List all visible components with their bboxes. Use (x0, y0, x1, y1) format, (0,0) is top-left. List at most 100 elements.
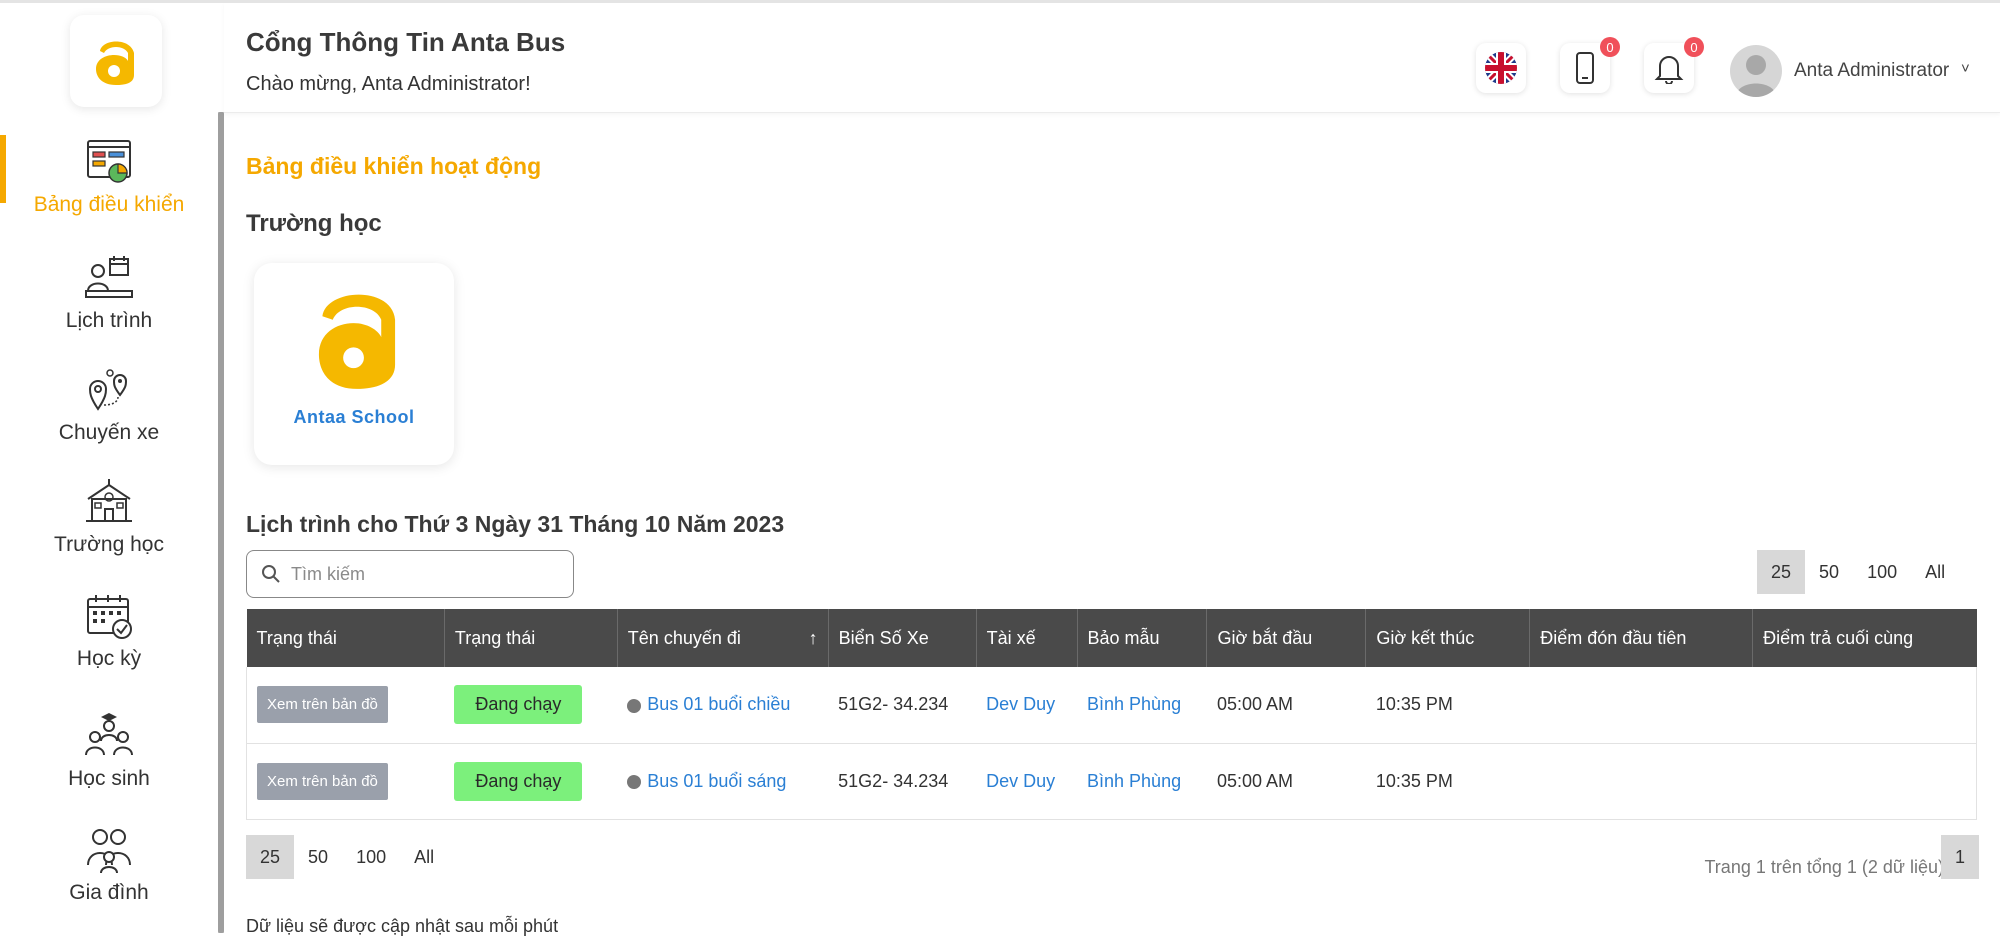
welcome-message: Chào mừng, Anta Administrator! (246, 73, 531, 95)
column-header[interactable]: Biển Số Xe (828, 609, 977, 667)
app-logo[interactable] (70, 15, 162, 107)
sidebar-item-label: Gia đình (69, 881, 149, 904)
sidebar-item-label: Lịch trình (65, 309, 153, 332)
sidebar-item-students[interactable]: Học sinh (0, 711, 218, 821)
update-note: Dữ liệu sẽ được cập nhật sau mỗi phút (246, 916, 559, 936)
sidebar-item-schedule[interactable]: Lịch trình (0, 253, 218, 363)
driver-link[interactable]: Dev Duy (986, 771, 1055, 791)
column-header-label: Điểm trả cuối cùng (1763, 627, 1914, 648)
calendar-icon (87, 595, 132, 639)
top-header: Cổng Thông Tin Anta Bus Chào mừng, Anta … (224, 3, 2000, 113)
column-header-label: Tài xế (986, 627, 1036, 648)
page-size-50[interactable]: 50 (294, 835, 342, 879)
last-dropoff-cell (1752, 743, 1977, 820)
start-time-cell: 05:00 AM (1206, 743, 1366, 820)
column-header[interactable]: Điểm trả cuối cùng (1752, 609, 1977, 667)
column-header-label: Trạng thái (256, 627, 337, 648)
search-icon (262, 565, 280, 583)
table-cell: Xem trên bản đồ (246, 667, 445, 744)
chevron-down-icon[interactable]: ˅ (1961, 60, 1970, 77)
page-size-50[interactable]: 50 (1805, 550, 1853, 594)
status-badge: Đang chạy (454, 761, 583, 801)
sidebar-item-trips[interactable]: Chuyến xe (0, 365, 218, 475)
license-plate-cell: 51G2- 34.234 (828, 743, 977, 820)
status-dot-icon (627, 774, 642, 789)
school-card[interactable]: Antaa School (254, 263, 454, 465)
language-button[interactable] (1476, 43, 1526, 93)
schedule-title: Lịch trình cho Thứ 3 Ngày 31 Tháng 10 Nă… (246, 511, 785, 537)
bell-icon (1654, 56, 1684, 84)
user-name[interactable]: Anta Administrator (1794, 60, 1949, 82)
schools-section-title: Trường học (246, 210, 382, 237)
school-icon (86, 479, 132, 522)
table-cell: Đang chạy (444, 743, 618, 820)
sidebar-item-dashboard[interactable]: Bảng điều khiển (0, 137, 218, 247)
column-header-label: Giờ bắt đầu (1217, 627, 1313, 648)
bell-badge: 0 (1684, 37, 1704, 57)
driver-link[interactable]: Dev Duy (986, 694, 1055, 714)
column-header-trip-name[interactable]: Tên chuyến đi ↑ (617, 609, 829, 667)
family-icon (87, 829, 131, 874)
page-size-100[interactable]: 100 (342, 835, 400, 879)
notifications-button[interactable]: 0 (1644, 37, 1704, 93)
avatar[interactable] (1730, 45, 1782, 97)
status-badge: Đang chạy (454, 685, 583, 725)
column-header[interactable]: Tài xế (976, 609, 1078, 667)
sidebar-item-label: Học sinh (68, 767, 150, 790)
view-on-map-button[interactable]: Xem trên bản đồ (257, 762, 388, 800)
page-size-all[interactable]: All (400, 835, 448, 879)
nanny-link[interactable]: Bình Phùng (1087, 694, 1181, 714)
column-header[interactable]: Bảo mẫu (1077, 609, 1208, 667)
trip-name-link[interactable]: Bus 01 buổi sáng (647, 771, 786, 791)
page-button-1[interactable]: 1 (1941, 835, 1979, 879)
portal-title: Cổng Thông Tin Anta Bus (246, 27, 566, 57)
mobile-devices-button[interactable]: 0 (1560, 37, 1620, 93)
end-time-cell: 10:35 PM (1365, 743, 1530, 820)
page-size-all[interactable]: All (1911, 550, 1959, 594)
end-time-cell: 10:35 PM (1365, 667, 1530, 744)
last-dropoff-cell (1752, 667, 1977, 744)
dashboard-icon (87, 140, 131, 183)
mobile-icon (1576, 52, 1594, 84)
sort-arrow-icon[interactable]: ↑ (809, 628, 818, 649)
column-header-label: Biển Số Xe (838, 627, 929, 648)
phone-badge: 0 (1600, 37, 1620, 57)
search-field[interactable] (246, 550, 574, 598)
column-header-label: Bảo mẫu (1087, 627, 1160, 648)
route-icon (88, 369, 128, 411)
first-pickup-cell (1529, 667, 1753, 744)
column-header[interactable]: Điểm đón đầu tiên (1529, 609, 1754, 667)
sidebar-item-schools[interactable]: Trường học (0, 477, 218, 587)
search-input[interactable] (291, 561, 561, 587)
sidebar-item-semester[interactable]: Học kỳ (0, 591, 218, 701)
page-size-25[interactable]: 25 (1757, 550, 1806, 594)
trip-name-link[interactable]: Bus 01 buổi chiều (647, 694, 790, 714)
sidebar-item-label: Học kỳ (76, 647, 142, 670)
school-logo-icon (318, 294, 396, 389)
students-icon (85, 713, 133, 756)
column-header-label: Tên chuyến đi (627, 627, 741, 648)
column-header[interactable]: Trạng thái (246, 609, 445, 667)
column-header[interactable]: Trạng thái (444, 609, 618, 667)
table-cell: Bình Phùng (1077, 743, 1207, 820)
first-pickup-cell (1529, 743, 1753, 820)
table-header-row: Trạng thái Trạng thái Tên chuyến đi ↑ Biể… (246, 609, 1977, 667)
table-row: Xem trên bản đồ Đang chạy Bus 01 buổi ch… (246, 667, 1977, 744)
sidebar-item-label: Chuyến xe (58, 421, 160, 444)
page-size-25[interactable]: 25 (246, 835, 295, 879)
page-size-100[interactable]: 100 (1853, 550, 1911, 594)
user-avatar-icon (1736, 55, 1776, 97)
uk-flag-icon (1485, 52, 1517, 84)
sidebar: Bảng điều khiển Lịch trình Chuyến xe Trư… (0, 3, 218, 933)
table-cell: Bus 01 buổi chiều (617, 667, 829, 744)
column-header[interactable]: Giờ kết thúc (1365, 609, 1531, 667)
sidebar-item-family[interactable]: Gia đình (0, 825, 218, 935)
nanny-link[interactable]: Bình Phùng (1087, 771, 1181, 791)
column-header[interactable]: Giờ bắt đầu (1206, 609, 1367, 667)
page-title: Bảng điều khiển hoạt động (246, 153, 542, 179)
view-on-map-button[interactable]: Xem trên bản đồ (257, 686, 388, 724)
table-cell: Xem trên bản đồ (246, 743, 445, 820)
table-cell: Bus 01 buổi sáng (617, 743, 829, 820)
table-cell: Đang chạy (444, 667, 618, 744)
schedule-table: Trạng thái Trạng thái Tên chuyến đi ↑ Biể… (246, 609, 1977, 820)
